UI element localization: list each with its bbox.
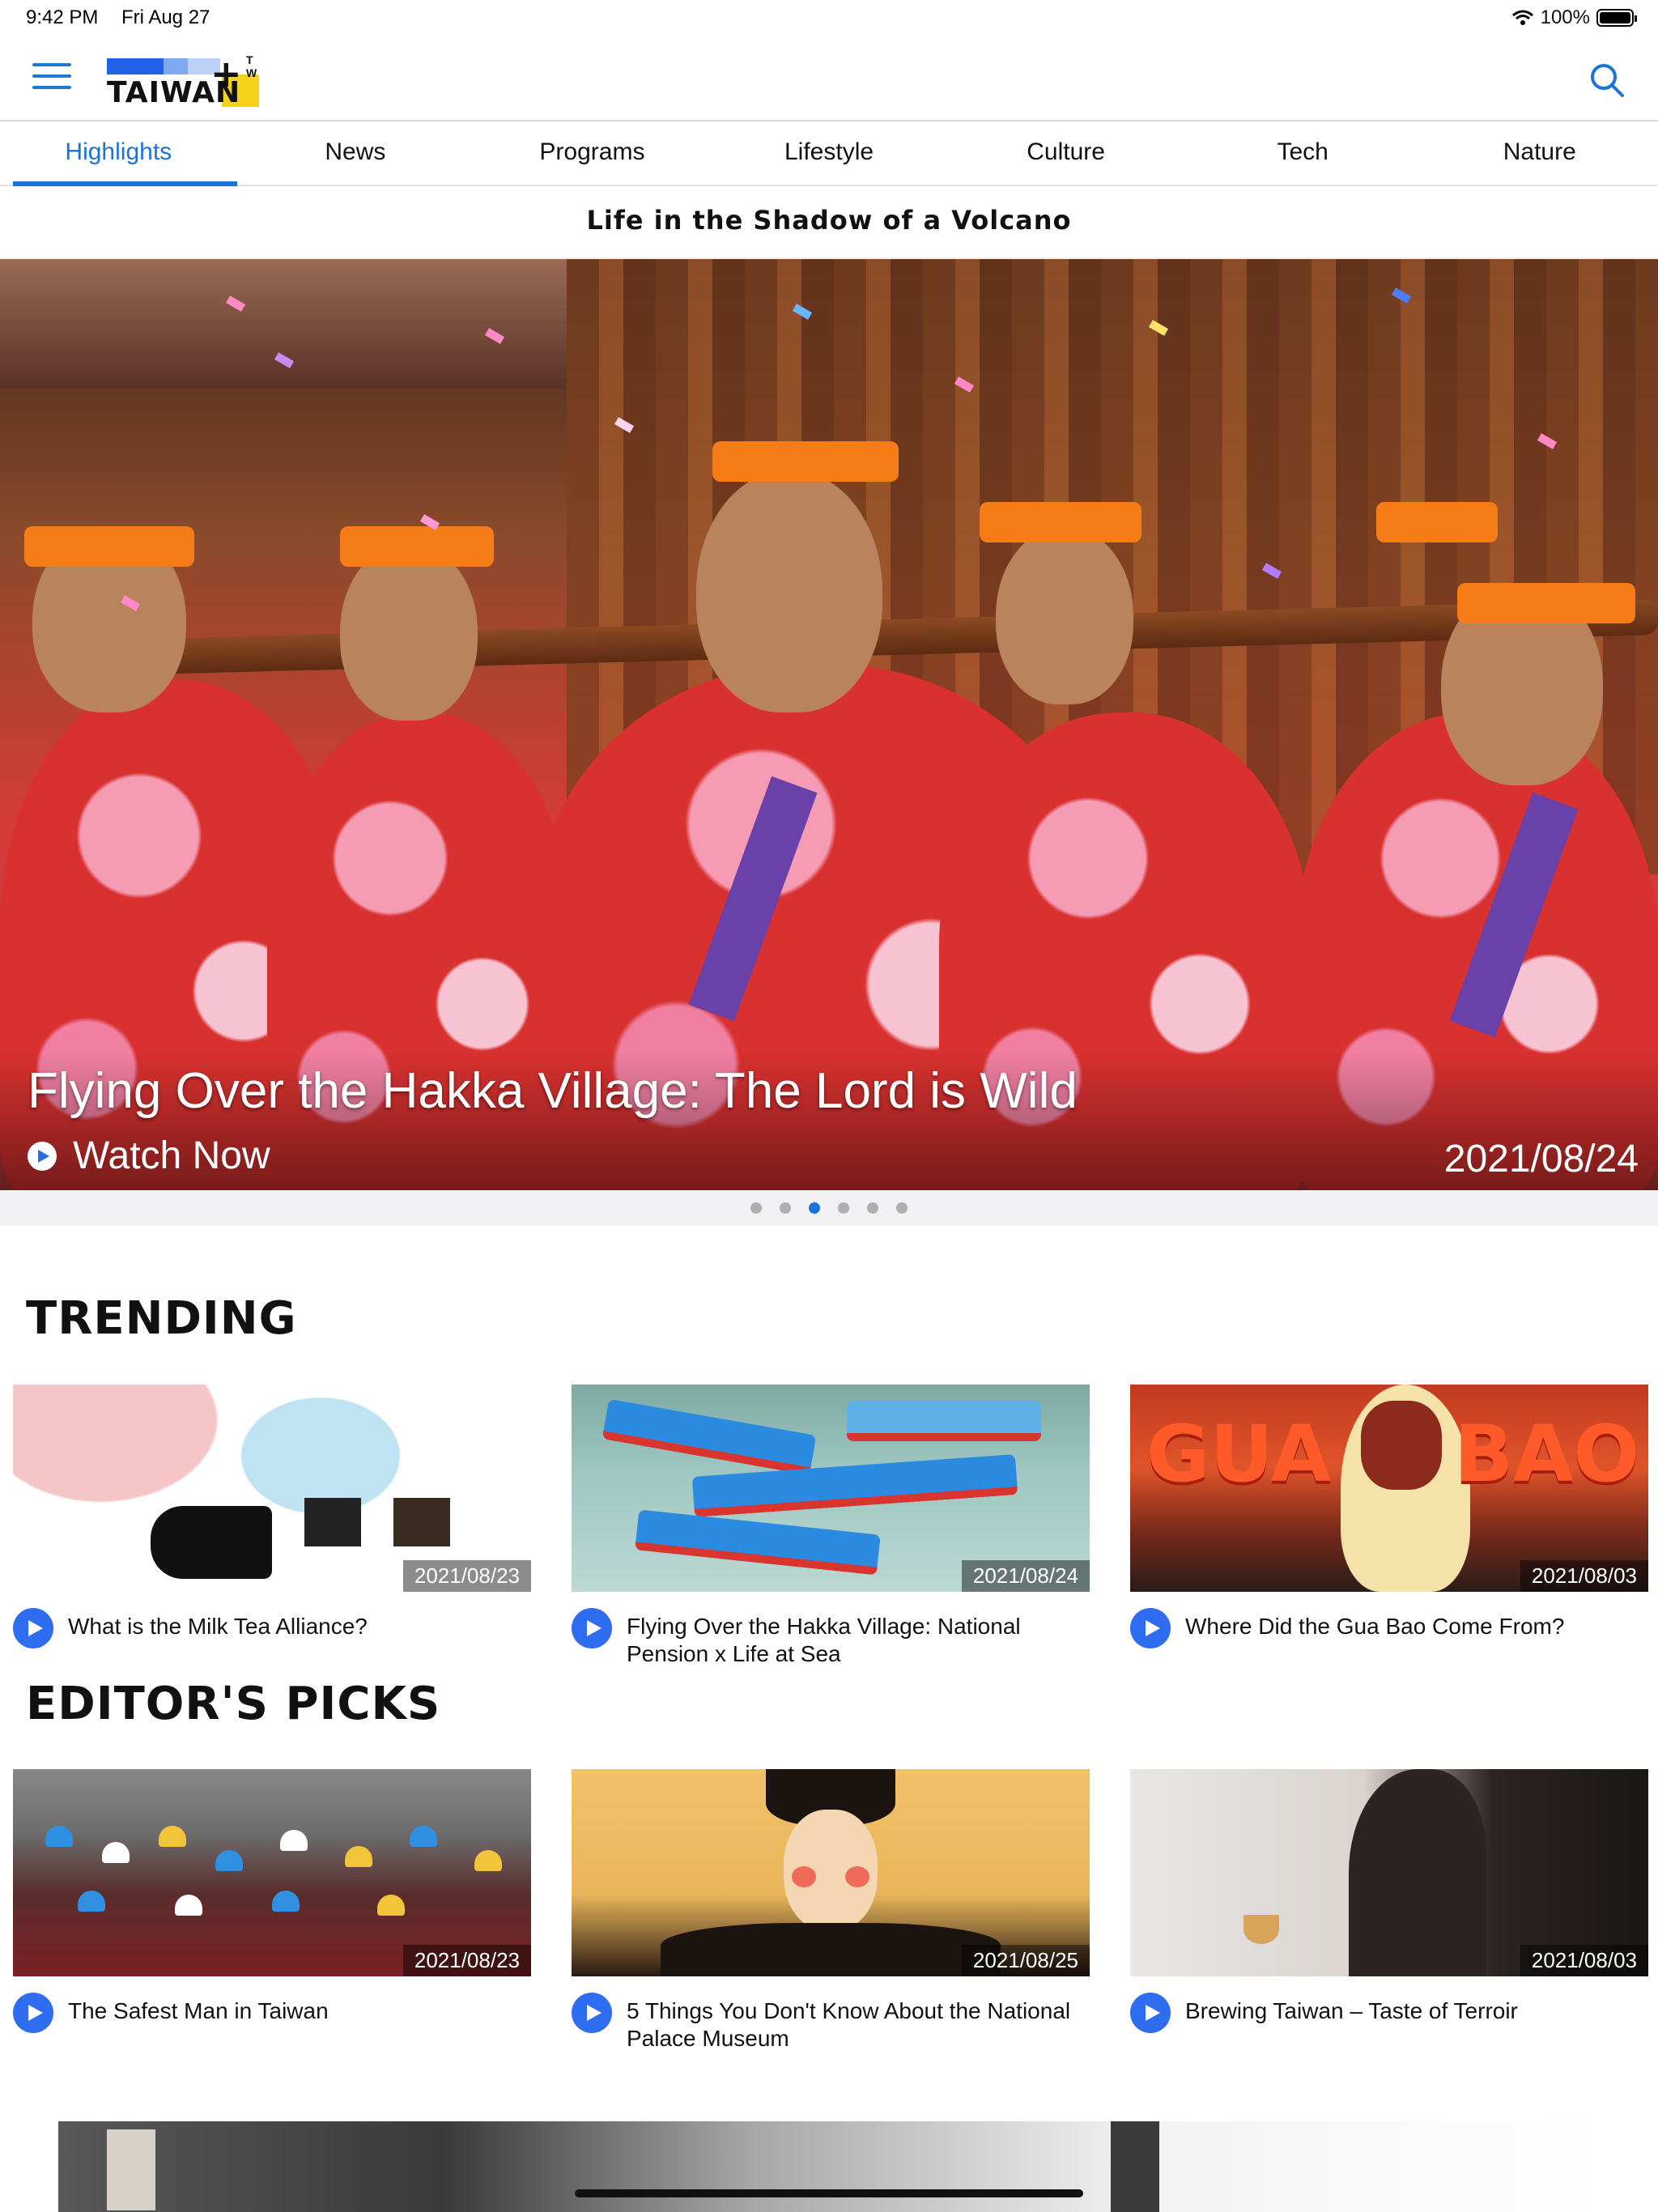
video-caption[interactable]: Where Did the Gua Bao Come From? xyxy=(1185,1608,1564,1640)
carousel-indicator xyxy=(0,1190,1658,1226)
play-icon[interactable] xyxy=(1130,1608,1171,1648)
status-right: 100% xyxy=(1511,6,1637,29)
trending-card[interactable]: 2021/08/24 Flying Over the Hakka Village… xyxy=(572,1385,1090,1668)
play-icon xyxy=(28,1141,57,1171)
video-caption[interactable]: Flying Over the Hakka Village: National … xyxy=(627,1608,1090,1668)
trending-card[interactable]: GUA BAO 2021/08/03 Where Did the Gua Bao… xyxy=(1130,1385,1648,1648)
video-date: 2021/08/23 xyxy=(402,1945,531,1976)
video-date: 2021/08/23 xyxy=(402,1560,531,1592)
carousel-dot-active[interactable] xyxy=(809,1202,820,1214)
hero-heading[interactable]: Life in the Shadow of a Volcano xyxy=(0,186,1658,257)
app-header: TAIWAN + T W xyxy=(0,37,1658,121)
video-date: 2021/08/03 xyxy=(1520,1560,1648,1592)
editors-picks-title: EDITOR'S PICKS xyxy=(26,1678,441,1730)
video-thumbnail: 2021/08/24 xyxy=(572,1385,1090,1592)
video-date: 2021/08/03 xyxy=(1520,1945,1648,1976)
video-caption[interactable]: The Safest Man in Taiwan xyxy=(68,1993,329,2025)
battery-icon xyxy=(1596,9,1637,27)
watch-now-button[interactable]: Watch Now xyxy=(28,1134,270,1178)
watch-now-label: Watch Now xyxy=(73,1134,270,1177)
tab-nature[interactable]: Nature xyxy=(1421,121,1658,185)
video-thumbnail: GUA BAO 2021/08/03 xyxy=(1130,1385,1648,1592)
trending-title: TRENDING xyxy=(26,1292,297,1345)
carousel-dot[interactable] xyxy=(838,1202,849,1214)
logo-superscript: T W xyxy=(246,53,257,79)
play-icon[interactable] xyxy=(572,1993,612,2033)
featured-banner[interactable] xyxy=(58,2121,1600,2212)
taiwan-plus-logo[interactable]: TAIWAN + T W xyxy=(105,52,259,109)
gua-thumb-text: GUA xyxy=(1146,1409,1332,1499)
play-icon[interactable] xyxy=(13,1608,53,1648)
megaphone-image xyxy=(151,1506,272,1579)
category-tabs: Highlights News Programs Lifestyle Cultu… xyxy=(0,121,1658,186)
bao-thumb-text: BAO xyxy=(1454,1409,1640,1499)
search-icon xyxy=(1591,64,1624,97)
battery-percent: 100% xyxy=(1540,6,1590,28)
tab-culture[interactable]: Culture xyxy=(947,121,1184,185)
video-caption[interactable]: Brewing Taiwan – Taste of Terroir xyxy=(1185,1993,1518,2025)
carousel-dot[interactable] xyxy=(750,1202,762,1214)
status-time: 9:42 PM xyxy=(26,6,99,28)
status-bar: 9:42 PM Fri Aug 27 100% xyxy=(0,0,1658,37)
hero-date: 2021/08/24 xyxy=(1443,1138,1639,1180)
menu-line-icon xyxy=(32,86,71,89)
play-icon[interactable] xyxy=(1130,1993,1171,2033)
carousel-dot[interactable] xyxy=(780,1202,791,1214)
menu-line-icon xyxy=(32,63,71,66)
tab-highlights[interactable]: Highlights xyxy=(0,121,237,186)
video-thumbnail: 2021/08/23 xyxy=(13,1769,531,1976)
video-thumbnail: 2021/08/25 xyxy=(572,1769,1090,1976)
search-button[interactable] xyxy=(1588,62,1626,99)
logo-plus-icon: + xyxy=(210,52,242,96)
editors-pick-card[interactable]: 2021/08/25 5 Things You Don't Know About… xyxy=(572,1769,1090,2052)
tab-lifestyle[interactable]: Lifestyle xyxy=(711,121,948,185)
video-thumbnail: 2021/08/03 xyxy=(1130,1769,1648,1976)
home-indicator[interactable] xyxy=(575,2189,1083,2197)
tab-programs[interactable]: Programs xyxy=(474,121,711,185)
temple-roof-image xyxy=(0,259,567,389)
tab-news[interactable]: News xyxy=(237,121,474,185)
tab-tech[interactable]: Tech xyxy=(1184,121,1422,185)
video-date: 2021/08/24 xyxy=(961,1560,1090,1592)
carousel-dot[interactable] xyxy=(896,1202,908,1214)
video-caption[interactable]: 5 Things You Don't Know About the Nation… xyxy=(627,1993,1090,2052)
hamburger-menu-button[interactable] xyxy=(32,63,71,96)
video-date: 2021/08/25 xyxy=(961,1945,1090,1976)
editors-pick-card[interactable]: 2021/08/23 The Safest Man in Taiwan xyxy=(13,1769,531,2033)
play-icon[interactable] xyxy=(13,1993,53,2033)
status-date: Fri Aug 27 xyxy=(121,6,210,28)
menu-line-icon xyxy=(32,74,71,78)
video-thumbnail: 2021/08/23 xyxy=(13,1385,531,1592)
editors-pick-card[interactable]: 2021/08/03 Brewing Taiwan – Taste of Ter… xyxy=(1130,1769,1648,2033)
play-icon[interactable] xyxy=(572,1608,612,1648)
video-caption[interactable]: What is the Milk Tea Alliance? xyxy=(68,1608,368,1640)
hero-title[interactable]: Flying Over the Hakka Village: The Lord … xyxy=(28,1062,1078,1120)
wifi-icon xyxy=(1511,10,1533,25)
carousel-dot[interactable] xyxy=(867,1202,878,1214)
hero-banner[interactable]: Flying Over the Hakka Village: The Lord … xyxy=(0,259,1658,1190)
trending-card[interactable]: 2021/08/23 What is the Milk Tea Alliance… xyxy=(13,1385,531,1648)
